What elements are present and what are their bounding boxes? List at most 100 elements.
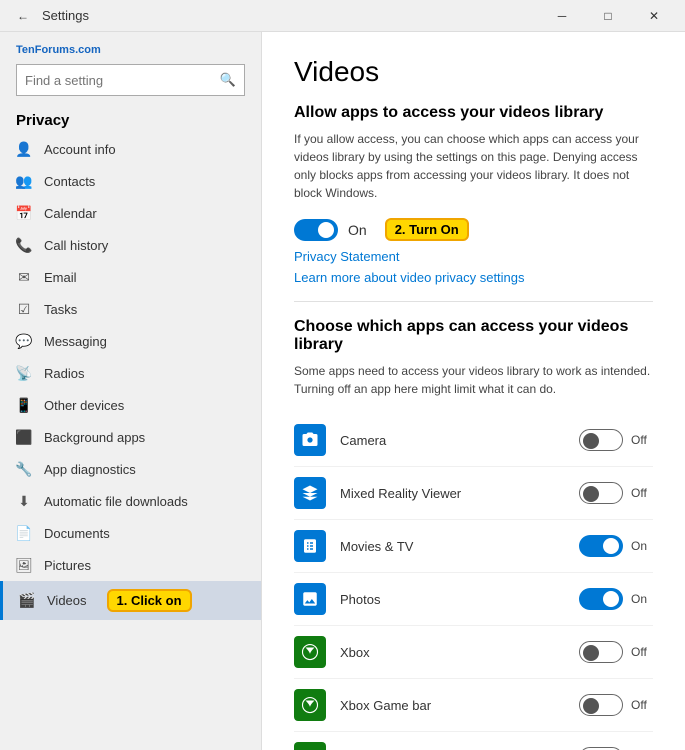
contacts-icon: 👥 (16, 173, 32, 189)
sidebar-item-documents[interactable]: 📄Documents (0, 517, 261, 549)
camera-icon (294, 424, 326, 456)
sidebar-item-label-account-info: Account info (44, 142, 116, 157)
app-row-movies-tv: Movies & TV On (294, 520, 653, 573)
sidebar-item-other-devices[interactable]: 📱 Other devices (0, 389, 261, 421)
sidebar-item-tasks[interactable]: ☑ Tasks (0, 293, 261, 325)
mixed-reality-toggle-thumb (583, 486, 599, 502)
movies-tv-name: Movies & TV (340, 539, 565, 554)
xbox-game-bar-icon (294, 689, 326, 721)
camera-toggle[interactable] (579, 429, 623, 451)
sidebar-nav: 👤Account info 👥 Contacts 📅 Calendar 📞 Call his… (0, 133, 261, 750)
sidebar-item-call-history[interactable]: 📞 Call history (0, 229, 261, 261)
sidebar-item-label-background-apps: Background apps (44, 430, 145, 445)
movies-tv-toggle-container: On (579, 535, 653, 557)
mixed-reality-icon (294, 477, 326, 509)
mixed-reality-toggle-container: Off (579, 482, 653, 504)
settings-window: ← Settings ─ □ ✕ TenForums.com 🔍 Privacy… (0, 0, 685, 750)
sidebar-item-label-call-history: Call history (44, 238, 108, 253)
sidebar-item-videos[interactable]: 🎬Videos1. Click on (0, 581, 261, 620)
xbox-game-bar-name: Xbox Game bar (340, 698, 565, 713)
automatic-downloads-icon: ⬇ (16, 493, 32, 509)
allow-section-heading: Allow apps to access your videos library (294, 104, 653, 122)
sidebar-section-title: Privacy (0, 104, 261, 133)
movies-tv-toggle[interactable] (579, 535, 623, 557)
background-apps-icon: ⬛ (16, 429, 32, 445)
search-icon: 🔍 (220, 72, 236, 88)
titlebar: ← Settings ─ □ ✕ (0, 0, 685, 32)
xbox-toggle-thumb (583, 645, 599, 661)
sidebar-item-label-calendar: Calendar (44, 206, 97, 221)
allow-description: If you allow access, you can choose whic… (294, 130, 653, 202)
sidebar-item-label-radios: Radios (44, 366, 84, 381)
master-toggle[interactable] (294, 219, 338, 241)
main-layout: TenForums.com 🔍 Privacy 👤Account info 👥 Co… (0, 32, 685, 750)
sidebar-item-pictures[interactable]: 🖼Pictures (0, 549, 261, 581)
xbox-toggle[interactable] (579, 641, 623, 663)
movies-tv-icon (294, 530, 326, 562)
sidebar-item-automatic-downloads[interactable]: ⬇ Automatic file downloads (0, 485, 261, 517)
xbox-toggle-label: Off (631, 645, 653, 659)
documents-icon: 📄 (16, 525, 32, 541)
sidebar-header: TenForums.com 🔍 (0, 32, 261, 104)
back-button[interactable]: ← (8, 1, 38, 31)
learn-more-link[interactable]: Learn more about video privacy settings (294, 270, 653, 285)
photos-toggle-label: On (631, 592, 653, 606)
xbox-toggle-container: Off (579, 641, 653, 663)
choose-description: Some apps need to access your videos lib… (294, 362, 653, 398)
mixed-reality-toggle-label: Off (631, 486, 653, 500)
choose-section-heading: Choose which apps can access your videos… (294, 318, 653, 354)
mixed-reality-name: Mixed Reality Viewer (340, 486, 565, 501)
photos-icon (294, 583, 326, 615)
xbox-game-bar-toggle[interactable] (579, 694, 623, 716)
app-row-photos: PhotosOn (294, 573, 653, 626)
xbox-name: Xbox (340, 645, 565, 660)
app-row-mixed-reality: Mixed Reality Viewer Off (294, 467, 653, 520)
sidebar-item-label-contacts: Contacts (44, 174, 95, 189)
sidebar-item-calendar[interactable]: 📅 Calendar (0, 197, 261, 229)
radios-icon: 📡 (16, 365, 32, 381)
privacy-statement-link[interactable]: Privacy Statement (294, 249, 653, 264)
search-input[interactable] (25, 73, 220, 88)
app-row-xbox-gaming-overlay: Xbox gaming overlayOff (294, 732, 653, 750)
camera-toggle-thumb (583, 433, 599, 449)
toggle-thumb (318, 222, 334, 238)
messaging-icon: 💬 (16, 333, 32, 349)
close-button[interactable]: ✕ (631, 0, 677, 32)
photos-toggle[interactable] (579, 588, 623, 610)
page-title: Videos (294, 56, 653, 88)
sidebar-item-contacts[interactable]: 👥 Contacts (0, 165, 261, 197)
sidebar-item-app-diagnostics[interactable]: 🔧App diagnostics (0, 453, 261, 485)
sidebar-item-messaging[interactable]: 💬Messaging (0, 325, 261, 357)
sidebar-item-background-apps[interactable]: ⬛ Background apps (0, 421, 261, 453)
sidebar-item-radios[interactable]: 📡 Radios (0, 357, 261, 389)
mixed-reality-toggle[interactable] (579, 482, 623, 504)
watermark: TenForums.com (16, 44, 245, 56)
sidebar-item-email[interactable]: ✉Email (0, 261, 261, 293)
movies-tv-toggle-thumb (603, 538, 619, 554)
sidebar-item-label-tasks: Tasks (44, 302, 77, 317)
camera-name: Camera (340, 433, 565, 448)
app-diagnostics-icon: 🔧 (16, 461, 32, 477)
photos-toggle-container: On (579, 588, 653, 610)
calendar-icon: 📅 (16, 205, 32, 221)
sidebar-item-label-other-devices: Other devices (44, 398, 124, 413)
call-history-icon: 📞 (16, 237, 32, 253)
app-row-xbox: Xbox Off (294, 626, 653, 679)
tasks-icon: ☑ (16, 301, 32, 317)
sidebar-item-account-info[interactable]: 👤Account info (0, 133, 261, 165)
content-area: Videos Allow apps to access your videos … (262, 32, 685, 750)
camera-toggle-container: Off (579, 429, 653, 451)
xbox-game-bar-toggle-thumb (583, 698, 599, 714)
videos-icon: 🎬 (19, 593, 35, 609)
search-box[interactable]: 🔍 (16, 64, 245, 96)
sidebar-item-label-automatic-downloads: Automatic file downloads (44, 494, 188, 509)
sidebar-item-label-pictures: Pictures (44, 558, 91, 573)
other-devices-icon: 📱 (16, 397, 32, 413)
xbox-gaming-overlay-icon (294, 742, 326, 750)
minimize-button[interactable]: ─ (539, 0, 585, 32)
sidebar-item-label-videos: Videos (47, 593, 87, 608)
maximize-button[interactable]: □ (585, 0, 631, 32)
sidebar: TenForums.com 🔍 Privacy 👤Account info 👥 Co… (0, 32, 262, 750)
photos-toggle-thumb (603, 591, 619, 607)
divider (294, 301, 653, 302)
